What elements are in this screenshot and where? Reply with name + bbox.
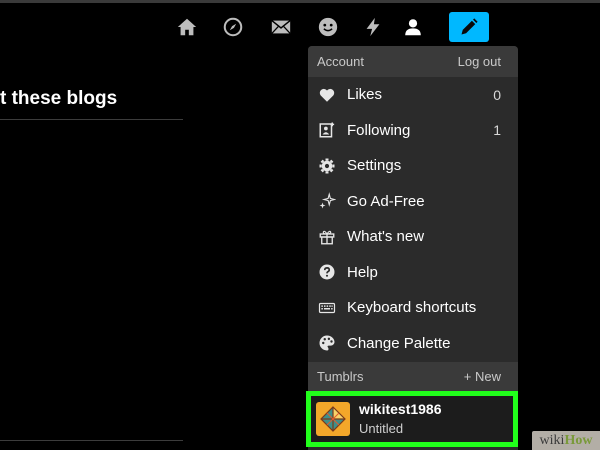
gear-icon <box>317 156 337 176</box>
blog-name: wikitest1986 <box>359 400 442 417</box>
keyboard-icon <box>317 298 337 318</box>
menu-item-help[interactable]: Help <box>308 255 518 291</box>
menu-item-label: Settings <box>347 157 402 175</box>
account-dropdown: Account Log out Likes 0 Following 1 Sett… <box>308 46 518 450</box>
account-menu-list: Likes 0 Following 1 Settings Go Ad-Free … <box>308 77 518 361</box>
tumblrs-label: Tumblrs <box>317 369 364 384</box>
blog-title: Untitled <box>359 421 404 437</box>
account-header: Account Log out <box>308 46 518 77</box>
activity-icon[interactable] <box>358 12 388 42</box>
menu-item-change-palette[interactable]: Change Palette <box>308 326 518 362</box>
blog-text: wikitest1986 Untitled <box>359 401 442 438</box>
inbox-icon[interactable] <box>266 12 296 42</box>
home-icon[interactable] <box>172 12 202 42</box>
help-icon <box>317 262 337 282</box>
menu-item-label: Keyboard shortcuts <box>347 299 477 317</box>
window-top-border <box>0 0 600 3</box>
watermark-part1: wiki <box>539 432 565 448</box>
following-count: 1 <box>493 122 501 139</box>
menu-item-keyboard-shortcuts[interactable]: Keyboard shortcuts <box>308 290 518 326</box>
explore-icon[interactable] <box>218 12 248 42</box>
gift-icon <box>317 227 337 247</box>
blog-entry[interactable]: wikitest1986 Untitled <box>316 400 513 438</box>
menu-item-label: Help <box>347 263 378 281</box>
compose-button[interactable] <box>449 12 489 42</box>
divider <box>0 440 183 441</box>
menu-item-following[interactable]: Following 1 <box>308 113 518 149</box>
menu-item-likes[interactable]: Likes 0 <box>308 77 518 113</box>
avatar <box>316 402 350 436</box>
chat-icon[interactable] <box>313 12 343 42</box>
heart-icon <box>317 85 337 105</box>
following-icon <box>317 120 337 140</box>
new-blog-link[interactable]: + New <box>464 369 501 384</box>
likes-count: 0 <box>493 86 501 103</box>
sparkle-icon <box>317 191 337 211</box>
menu-item-label: Following <box>347 121 411 139</box>
menu-item-label: Likes <box>347 86 383 104</box>
section-heading: t these blogs <box>0 88 118 109</box>
menu-item-go-ad-free[interactable]: Go Ad-Free <box>308 184 518 220</box>
tumblrs-header: Tumblrs + New <box>308 362 518 391</box>
palette-icon <box>317 333 337 353</box>
wikihow-watermark: wiki How <box>532 431 600 450</box>
pencil-icon <box>459 17 479 37</box>
blog-highlight: wikitest1986 Untitled <box>306 391 518 447</box>
account-label: Account <box>317 54 364 69</box>
logout-link[interactable]: Log out <box>458 54 501 69</box>
menu-item-label: What's new <box>347 228 425 246</box>
watermark-part2: How <box>564 432 593 448</box>
account-icon[interactable] <box>398 12 428 42</box>
divider <box>0 119 183 120</box>
menu-item-label: Go Ad-Free <box>347 192 425 210</box>
menu-item-settings[interactable]: Settings <box>308 148 518 184</box>
menu-item-whats-new[interactable]: What's new <box>308 219 518 255</box>
menu-item-label: Change Palette <box>347 334 451 352</box>
